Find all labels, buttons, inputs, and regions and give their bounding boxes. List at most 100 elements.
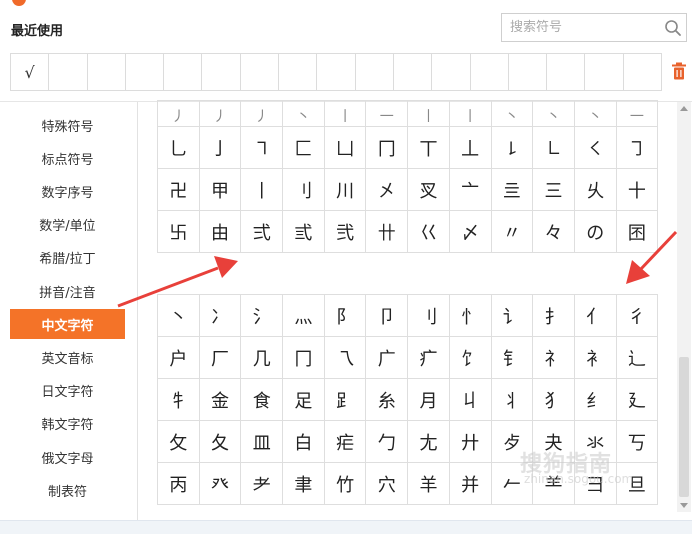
symbol-cell[interactable]: 卄 — [366, 211, 409, 253]
symbol-cell[interactable]: 凵 — [324, 127, 367, 169]
symbol-cell[interactable]: 丿 — [158, 101, 200, 127]
symbol-cell[interactable]: 犭 — [533, 379, 575, 421]
symbol-cell[interactable]: 丿 — [199, 101, 242, 127]
symbol-cell[interactable]: 丅 — [408, 127, 450, 169]
scroll-thumb[interactable] — [679, 357, 689, 497]
symbol-cell[interactable]: 丶 — [533, 101, 575, 127]
symbol-cell[interactable]: 阝 — [324, 295, 367, 337]
symbol-cell[interactable]: 匚 — [283, 127, 325, 169]
symbol-cell[interactable]: 丶 — [158, 295, 200, 337]
recent-symbol-cell[interactable] — [509, 54, 548, 90]
symbol-cell[interactable]: 卩 — [366, 295, 409, 337]
symbol-cell[interactable]: 刂 — [283, 169, 325, 211]
symbol-cell[interactable]: 三 — [533, 169, 575, 211]
symbol-cell[interactable]: ㇗ — [533, 127, 575, 169]
symbol-cell[interactable]: 灬 — [283, 295, 325, 337]
scroll-up-arrow-icon[interactable] — [680, 106, 688, 111]
symbol-cell[interactable]: 讠 — [491, 295, 534, 337]
recent-symbol-cell[interactable] — [471, 54, 509, 90]
symbol-cell[interactable]: 㐅 — [366, 169, 409, 211]
symbol-cell[interactable]: 丩 — [449, 379, 492, 421]
symbol-cell[interactable]: 〃 — [491, 211, 534, 253]
symbol-cell[interactable]: 羊 — [408, 463, 450, 505]
symbol-cell[interactable]: 尢 — [408, 421, 450, 463]
symbol-cell[interactable]: 丙 — [158, 463, 200, 505]
symbol-cell[interactable]: 乆 — [574, 169, 617, 211]
symbol-cell[interactable]: 牜 — [158, 379, 200, 421]
search-input[interactable] — [502, 14, 670, 41]
symbol-cell[interactable]: 聿 — [283, 463, 325, 505]
symbol-cell[interactable]: 卐 — [158, 211, 200, 253]
symbol-cell[interactable]: 廾 — [449, 421, 492, 463]
symbol-cell[interactable]: 糸 — [366, 379, 409, 421]
symbol-cell[interactable]: 疒 — [408, 337, 450, 379]
symbol-cell[interactable]: 竹 — [324, 463, 367, 505]
recent-symbol-cell[interactable] — [394, 54, 433, 90]
symbol-cell[interactable]: 癶 — [199, 463, 242, 505]
recent-symbol-cell[interactable] — [317, 54, 356, 90]
symbol-cell[interactable]: 弐 — [324, 211, 367, 253]
symbol-cell[interactable]: 疟 — [324, 421, 367, 463]
sidebar-category-item[interactable]: 日文字符 — [10, 376, 125, 406]
sidebar-category-item[interactable]: 数字序号 — [10, 176, 125, 206]
recent-symbol-cell[interactable] — [356, 54, 394, 90]
symbol-cell[interactable]: 丶 — [491, 101, 534, 127]
symbol-cell[interactable]: 皿 — [241, 421, 284, 463]
symbol-cell[interactable]: 囨 — [616, 211, 659, 253]
symbol-cell[interactable]: 足 — [283, 379, 325, 421]
symbol-cell[interactable]: 广 — [366, 337, 409, 379]
symbol-cell[interactable]: 亻 — [574, 295, 617, 337]
symbol-cell[interactable]: 白 — [283, 421, 325, 463]
symbol-cell[interactable]: 纟 — [574, 379, 617, 421]
symbol-cell[interactable]: 几 — [241, 337, 284, 379]
sidebar-category-item[interactable]: 中文字符 — [10, 309, 125, 340]
symbol-cell[interactable]: 々 — [533, 211, 575, 253]
sidebar-category-item[interactable]: 标点符号 — [10, 143, 125, 173]
symbol-cell[interactable]: 丨 — [408, 101, 450, 127]
symbol-cell[interactable]: 刂 — [408, 295, 450, 337]
symbol-cell[interactable]: ㇆ — [616, 127, 659, 169]
symbol-cell[interactable]: 乚 — [158, 127, 200, 169]
search-box[interactable] — [501, 13, 687, 42]
recent-symbol-cell[interactable] — [624, 54, 661, 90]
symbol-cell[interactable]: 丨 — [241, 169, 284, 211]
symbol-cell[interactable]: 㕚 — [408, 169, 450, 211]
symbol-cell[interactable]: 耂 — [241, 463, 284, 505]
symbol-cell[interactable]: 丬 — [491, 379, 534, 421]
recent-symbol-cell[interactable] — [49, 54, 88, 90]
symbol-cell[interactable]: 亖 — [491, 169, 534, 211]
symbol-cell[interactable]: 辶 — [616, 337, 659, 379]
symbol-cell[interactable]: 冫 — [199, 295, 242, 337]
sidebar-category-item[interactable]: 数学/单位 — [10, 210, 125, 240]
symbol-cell[interactable]: 夂 — [199, 421, 242, 463]
symbol-cell[interactable]: 弍 — [241, 211, 284, 253]
symbol-cell[interactable]: 丨 — [449, 101, 492, 127]
symbol-cell[interactable]: 丂 — [616, 421, 659, 463]
symbol-cell[interactable]: 丨 — [324, 101, 367, 127]
recent-symbol-cell[interactable] — [126, 54, 165, 90]
symbol-cell[interactable]: 丶 — [574, 101, 617, 127]
symbol-cell[interactable]: 川 — [324, 169, 367, 211]
recent-symbol-cell[interactable] — [164, 54, 203, 90]
symbol-cell[interactable]: ㇕ — [241, 127, 284, 169]
symbol-cell[interactable]: 甲 — [199, 169, 242, 211]
recent-symbol-cell[interactable] — [585, 54, 624, 90]
recent-symbol-cell[interactable] — [279, 54, 318, 90]
symbol-cell[interactable]: 乁 — [324, 337, 367, 379]
symbol-cell[interactable]: 丶 — [283, 101, 325, 127]
sidebar-category-item[interactable]: 制表符 — [10, 475, 125, 505]
symbol-cell[interactable]: の — [574, 211, 617, 253]
scrollbar[interactable] — [677, 102, 691, 512]
symbol-cell[interactable]: ㇛ — [574, 127, 617, 169]
recent-symbol-cell[interactable] — [547, 54, 586, 90]
symbol-cell[interactable]: 丄 — [449, 127, 492, 169]
symbol-cell[interactable]: ㇙ — [491, 127, 534, 169]
symbol-cell[interactable]: 并 — [449, 463, 492, 505]
recent-symbol-cell[interactable] — [432, 54, 471, 90]
sidebar-category-item[interactable]: 希腊/拉丁 — [10, 243, 125, 273]
symbol-cell[interactable]: 〆 — [449, 211, 492, 253]
symbol-cell[interactable]: 饣 — [449, 337, 492, 379]
symbol-cell[interactable]: 礻 — [533, 337, 575, 379]
symbol-cell[interactable]: 户 — [158, 337, 200, 379]
search-icon[interactable] — [664, 19, 682, 37]
